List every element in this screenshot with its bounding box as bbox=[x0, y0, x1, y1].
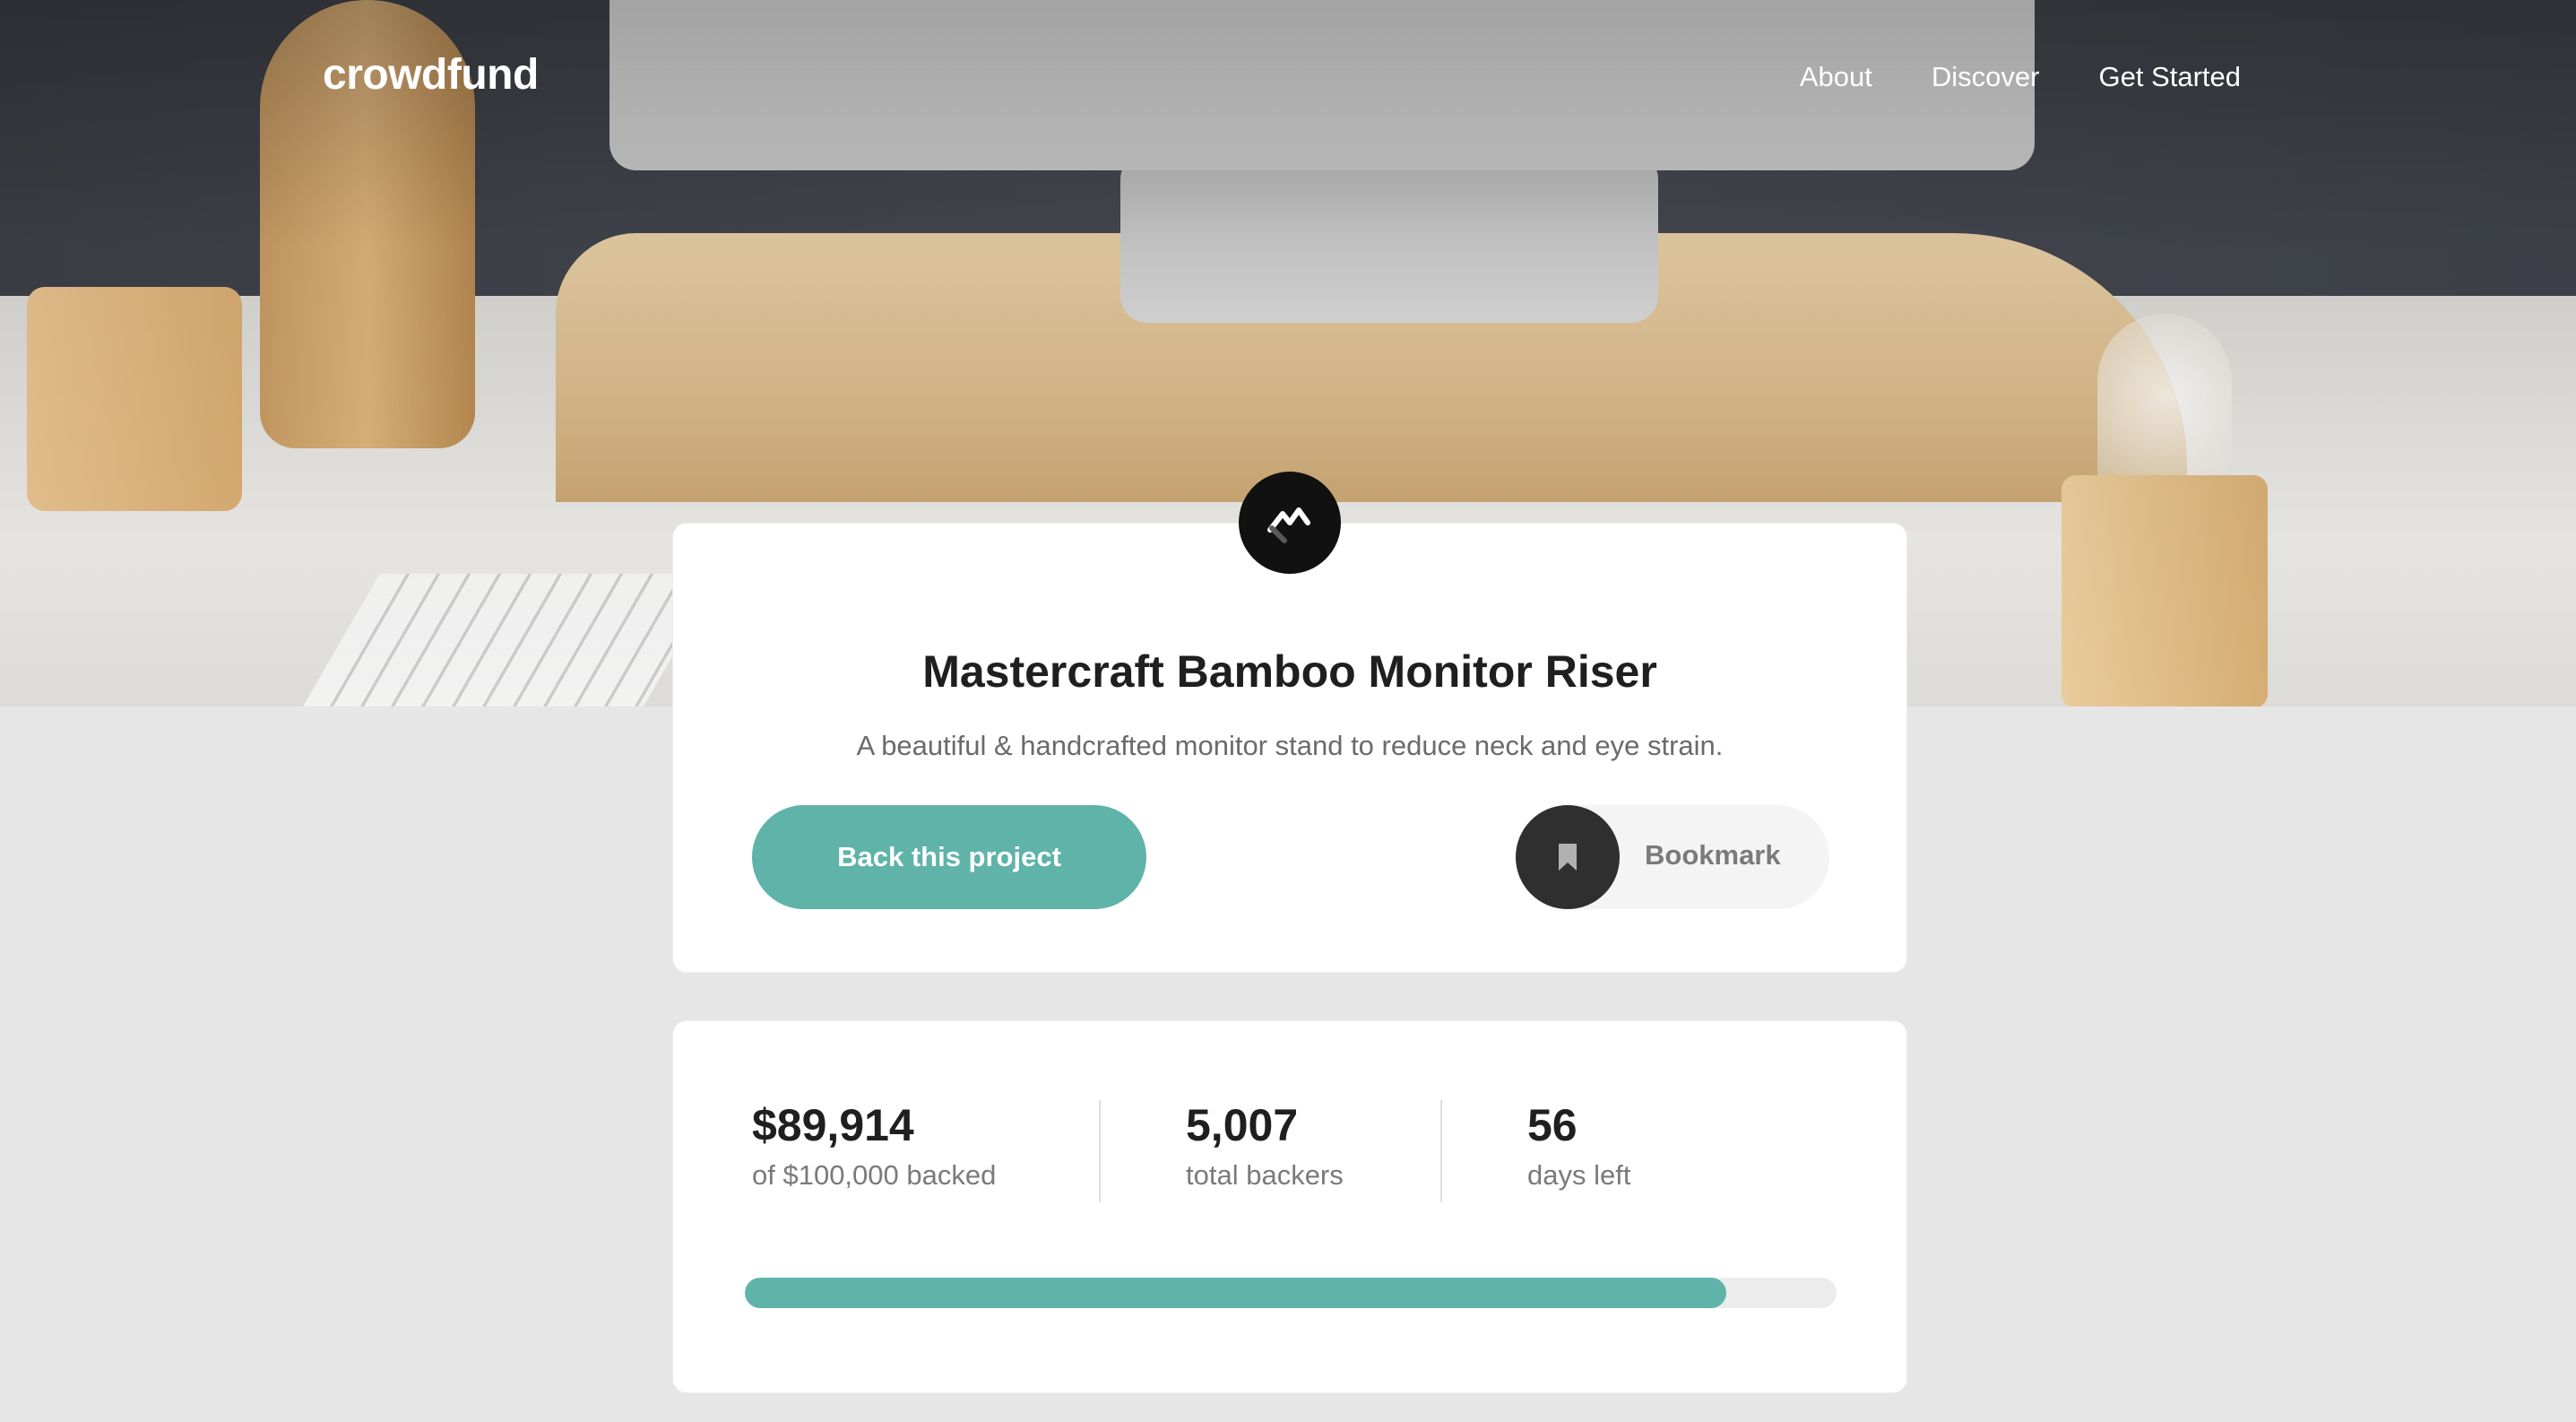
nav-links: About Discover Get Started bbox=[1800, 61, 2241, 93]
bookmark-label: Bookmark bbox=[1645, 839, 1781, 871]
funding-progress-bar bbox=[745, 1278, 1837, 1308]
project-title: Mastercraft Bamboo Monitor Riser bbox=[922, 646, 1657, 697]
bookmark-glyph bbox=[1559, 844, 1577, 871]
nav-link-about[interactable]: About bbox=[1800, 61, 1872, 93]
top-nav: crowdfund About Discover Get Started bbox=[0, 0, 2576, 161]
mastercraft-logo-glyph bbox=[1267, 507, 1310, 543]
project-description: A beautiful & handcrafted monitor stand … bbox=[856, 730, 1724, 761]
backers-count: 5,007 bbox=[1186, 1100, 1299, 1150]
nav-link-discover[interactable]: Discover bbox=[1932, 61, 2040, 93]
backers-label: total backers bbox=[1186, 1159, 1344, 1191]
backed-amount: $89,914 bbox=[752, 1100, 914, 1150]
stat-divider bbox=[1099, 1100, 1101, 1202]
funding-progress-fill bbox=[745, 1278, 1726, 1308]
days-count: 56 bbox=[1527, 1100, 1578, 1150]
project-intro-card: Mastercraft Bamboo Monitor Riser A beaut… bbox=[672, 523, 1907, 973]
back-this-project-button[interactable]: Back this project bbox=[752, 805, 1146, 909]
backed-label: of $100,000 backed bbox=[752, 1159, 997, 1191]
bookmark-icon bbox=[1516, 805, 1620, 909]
stat-days-left: 56 days left bbox=[1527, 1098, 1630, 1192]
days-label: days left bbox=[1527, 1159, 1631, 1191]
bookmark-button[interactable]: Bookmark bbox=[1516, 805, 1829, 909]
nav-link-get-started[interactable]: Get Started bbox=[2098, 61, 2241, 93]
mastercraft-logo-icon bbox=[1239, 472, 1341, 574]
stat-backers: 5,007 total backers bbox=[1186, 1098, 1344, 1192]
project-stats-card: $89,914 of $100,000 backed 5,007 total b… bbox=[672, 1020, 1907, 1393]
stat-divider bbox=[1440, 1100, 1442, 1202]
stat-backed: $89,914 of $100,000 backed bbox=[752, 1098, 996, 1192]
site-logo[interactable]: crowdfund bbox=[323, 50, 539, 100]
